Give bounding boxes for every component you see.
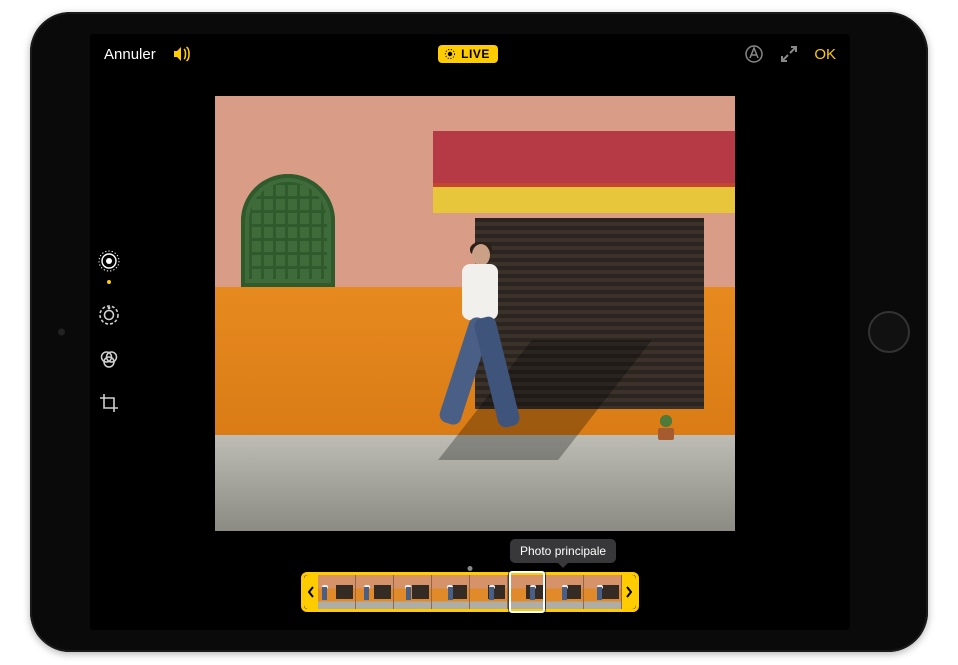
tool-crop-icon[interactable] (96, 390, 122, 416)
editor-tool-sidebar (96, 248, 122, 416)
enter-fullscreen-icon[interactable] (780, 45, 798, 63)
filmstrip-frame[interactable] (546, 575, 584, 609)
editor-top-toolbar: Annuler LIVE OK (90, 34, 850, 74)
cancel-button[interactable]: Annuler (104, 46, 156, 63)
filmstrip-frame[interactable] (470, 575, 508, 609)
tool-live-photo-icon[interactable] (96, 248, 122, 274)
front-camera-dot (58, 329, 65, 336)
done-button[interactable]: OK (814, 46, 836, 63)
filmstrip-frames[interactable] (318, 575, 622, 609)
active-tool-indicator (107, 280, 111, 284)
filmstrip-frame[interactable] (432, 575, 470, 609)
live-photo-icon (444, 48, 456, 60)
filmstrip-frame[interactable] (356, 575, 394, 609)
trim-handle-right[interactable] (622, 575, 636, 609)
scene-awning-red (433, 131, 735, 183)
key-photo-tooltip: Photo principale (510, 539, 616, 563)
photo-preview[interactable] (215, 96, 735, 531)
home-button[interactable] (868, 311, 910, 353)
filmstrip-frame[interactable] (318, 575, 356, 609)
live-photo-filmstrip[interactable] (301, 572, 639, 612)
scene-awning-yellow (433, 183, 735, 213)
live-photo-badge[interactable]: LIVE (438, 45, 498, 63)
scene-window (241, 174, 335, 287)
trim-handle-left[interactable] (304, 575, 318, 609)
tool-filters-icon[interactable] (96, 346, 122, 372)
filmstrip-frame[interactable] (508, 575, 546, 609)
ipad-device-frame: Annuler LIVE OK (30, 12, 928, 652)
chevron-left-icon (308, 586, 314, 598)
markup-icon[interactable] (744, 44, 764, 64)
chevron-right-icon (626, 586, 632, 598)
scene-person (444, 244, 514, 454)
app-screen: Annuler LIVE OK (90, 34, 850, 630)
page-indicator-dot (468, 566, 473, 571)
scene-plant (654, 412, 678, 440)
sound-on-icon[interactable] (172, 46, 192, 62)
filmstrip-frame[interactable] (394, 575, 432, 609)
filmstrip-frame[interactable] (584, 575, 622, 609)
live-badge-label: LIVE (461, 47, 490, 61)
tool-adjust-icon[interactable] (96, 302, 122, 328)
